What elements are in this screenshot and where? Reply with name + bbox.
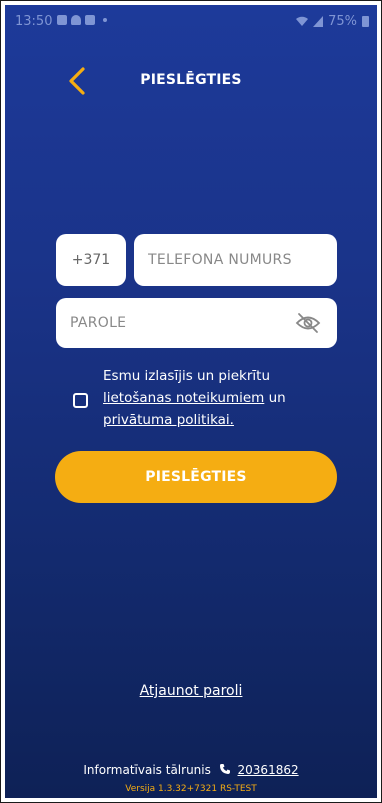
notification-icons: [57, 15, 107, 25]
eye-off-icon: [295, 313, 321, 333]
login-button[interactable]: PIESLĒGTIES: [55, 451, 337, 503]
page-title: PIESLĒGTIES: [140, 72, 242, 88]
reset-password-link[interactable]: Atjaunot paroli: [5, 683, 377, 699]
wifi-icon: [296, 16, 309, 26]
password-row: [56, 298, 337, 348]
consent-text-middle: un: [268, 390, 286, 406]
phone-icon: [219, 764, 230, 774]
info-line: Informatīvais tālrunis 20361862: [5, 763, 377, 777]
app-icon: [85, 15, 95, 25]
consent-section: Esmu izlasījis un piekrītu lietošanas no…: [73, 365, 333, 435]
status-right: 75%: [296, 14, 369, 29]
privacy-policy-link[interactable]: privātuma politikai.: [103, 412, 234, 428]
phone-row: +371: [56, 234, 337, 286]
status-time: 13:50: [15, 14, 53, 29]
image-icon: [57, 15, 67, 25]
cloud-icon: [71, 15, 81, 25]
toggle-password-visibility-button[interactable]: [295, 311, 321, 335]
consent-text: Esmu izlasījis un piekrītu lietošanas no…: [103, 365, 333, 431]
dot-icon: [103, 18, 107, 22]
consent-text-before: Esmu izlasījis un piekrītu: [103, 368, 271, 384]
header: PIESLĒGTIES: [5, 53, 377, 109]
info-phone-label: Informatīvais tālrunis: [83, 763, 211, 777]
terms-link[interactable]: lietošanas noteikumiem: [103, 390, 264, 406]
country-code-prefix[interactable]: +371: [56, 234, 126, 286]
phone-number-input[interactable]: [134, 234, 337, 286]
consent-checkbox[interactable]: [73, 393, 88, 408]
version-label: Versija 1.3.32+7321 RS-TEST: [125, 784, 257, 794]
status-bar: 13:50 75%: [5, 5, 377, 39]
battery-level: 75%: [328, 14, 357, 29]
battery-icon: [362, 16, 369, 27]
signal-icon: [313, 16, 324, 27]
info-phone-number[interactable]: 20361862: [238, 763, 299, 777]
login-screen: 13:50 75% PIESLĒGTIES +371 TELEFONA NUMU…: [5, 5, 377, 798]
